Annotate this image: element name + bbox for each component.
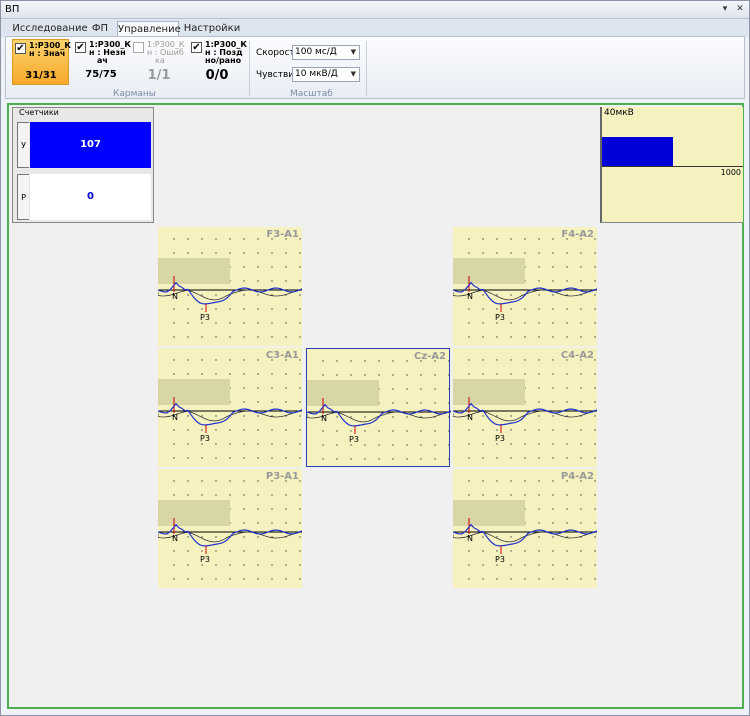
pocket-checkbox[interactable]: ✔: [75, 42, 86, 53]
pocket-label: 1:P300_К н : Знач: [29, 41, 71, 58]
lead-label: F3-A1: [266, 229, 299, 240]
baseline-window: [158, 500, 230, 526]
peak-label-n: N: [172, 413, 178, 422]
lead-label: F4-A2: [561, 229, 594, 240]
peak-label-n: N: [467, 534, 473, 543]
erp-trace-plot: [158, 480, 302, 580]
baseline-window: [453, 379, 525, 405]
time-axis: [602, 166, 743, 167]
pocket-insignificant[interactable]: ✔ 1:P300_К н : Незн ач 75/75: [73, 39, 131, 85]
window-title: ВП: [5, 4, 20, 15]
baseline-window: [158, 258, 230, 284]
erp-trace-plot: [307, 360, 451, 460]
counters-title: Счетчики: [19, 108, 59, 117]
pocket-label: 1:P300_К н : Незн ач: [89, 40, 131, 65]
group-separator: [366, 41, 367, 96]
baseline-window: [158, 379, 230, 405]
pocket-count: 1/1: [147, 68, 171, 83]
lead-panel-f4-a2[interactable]: F4-A2 N P3: [453, 227, 597, 346]
trace-average: [453, 281, 597, 305]
counter-value-u: 107: [30, 122, 151, 168]
time-scale-label: 1000: [720, 168, 741, 177]
scale-panel: 40мкВ 1000: [600, 107, 743, 223]
baseline-window: [453, 258, 525, 284]
peak-label-n: N: [467, 413, 473, 422]
group-separator: [249, 41, 250, 96]
peak-label-p3: P3: [200, 555, 210, 564]
tab-control[interactable]: Управление: [117, 21, 181, 37]
counter-label: Р: [17, 174, 29, 220]
baseline-window: [453, 500, 525, 526]
pocket-checkbox[interactable]: ✔: [15, 43, 26, 54]
pocket-count: 75/75: [85, 69, 117, 80]
baseline-window: [307, 380, 379, 406]
peak-label-n: N: [172, 534, 178, 543]
sensitivity-value: 10 мкВ/Д: [295, 69, 338, 79]
plot-area: Счетчики У 107 Р 0 40мкВ 1000 F3-A1 N P3…: [7, 103, 744, 709]
lead-panel-p3-a1[interactable]: P3-A1 N P3: [158, 469, 302, 588]
peak-label-p3: P3: [200, 434, 210, 443]
peak-label-p3: P3: [200, 313, 210, 322]
speed-select[interactable]: 100 мс/Д ▼: [292, 45, 360, 60]
pocket-checkbox[interactable]: [133, 42, 144, 53]
title-bar: ВП ▾ ✕: [1, 1, 749, 19]
peak-label-p3: P3: [495, 555, 505, 564]
peak-label-p3: P3: [349, 435, 359, 444]
lead-label: Cz-A2: [413, 351, 446, 362]
erp-trace-plot: [158, 238, 302, 338]
ribbon-panel: ✔ 1:P300_К н : Знач 31/31 ✔ 1:P300_К н : Н…: [5, 36, 745, 99]
counters-panel: Счетчики У 107 Р 0: [12, 107, 154, 223]
scale-group-label: Масштаб: [290, 89, 333, 99]
counter-value-r: 0: [30, 174, 151, 220]
erp-trace-plot: [453, 238, 597, 338]
tab-research[interactable]: Исследование: [9, 21, 91, 37]
evoked-potentials-window: ВП ▾ ✕ Исследование ФП Управление Настро…: [0, 0, 750, 716]
pocket-label: 1:P300_К н : Позд но/рано: [205, 40, 247, 65]
tab-settings[interactable]: Настройки: [183, 21, 241, 37]
trace-average: [158, 402, 302, 426]
erp-trace-plot: [453, 480, 597, 580]
close-icon[interactable]: ✕: [734, 3, 746, 15]
lead-panel-cz-a2[interactable]: Cz-A2 N P3: [306, 348, 451, 467]
pocket-significant[interactable]: ✔ 1:P300_К н : Знач 31/31: [12, 39, 71, 85]
ribbon-tabs: Исследование ФП Управление Настройки: [1, 19, 749, 37]
pocket-label: 1:P300_К н : Ошиб ка: [147, 40, 185, 65]
lead-label: C4-A2: [560, 350, 594, 361]
lead-panel-f3-a1[interactable]: F3-A1 N P3: [158, 227, 302, 346]
tab-fp[interactable]: ФП: [89, 21, 111, 37]
erp-trace-plot: [158, 359, 302, 459]
trace-average: [453, 523, 597, 547]
lead-panel-p4-a2[interactable]: P4-A2 N P3: [453, 469, 597, 588]
trace-average: [307, 403, 451, 427]
peak-label-n: N: [172, 292, 178, 301]
peak-label-p3: P3: [495, 434, 505, 443]
peak-label-n: N: [467, 292, 473, 301]
erp-trace-plot: [453, 359, 597, 459]
pocket-checkbox[interactable]: ✔: [191, 42, 202, 53]
lead-panel-c3-a1[interactable]: C3-A1 N P3: [158, 348, 302, 467]
pocket-count: 0/0: [205, 68, 229, 83]
pocket-error[interactable]: 1:P300_К н : Ошиб ка 1/1: [131, 39, 188, 85]
pocket-count: 31/31: [25, 70, 57, 81]
peak-label-n: N: [321, 414, 327, 423]
amplitude-scale-label: 40мкВ: [604, 108, 634, 118]
peak-label-p3: P3: [495, 313, 505, 322]
dropdown-icon[interactable]: ▾: [719, 3, 731, 15]
lead-label: P3-A1: [265, 471, 299, 482]
lead-panel-c4-a2[interactable]: C4-A2 N P3: [453, 348, 597, 467]
chevron-down-icon: ▼: [350, 48, 356, 56]
pockets-group-label: Карманы: [113, 89, 156, 99]
lead-label: C3-A1: [265, 350, 299, 361]
trace-average: [158, 523, 302, 547]
pocket-late-early[interactable]: ✔ 1:P300_К н : Позд но/рано 0/0: [189, 39, 247, 85]
counter-label: У: [17, 122, 29, 168]
chevron-down-icon: ▼: [350, 70, 356, 78]
speed-value: 100 мс/Д: [295, 47, 337, 57]
lead-label: P4-A2: [560, 471, 594, 482]
sensitivity-select[interactable]: 10 мкВ/Д ▼: [292, 67, 360, 82]
trace-average: [158, 281, 302, 305]
trace-average: [453, 402, 597, 426]
amplitude-scale-bar: [602, 137, 673, 166]
